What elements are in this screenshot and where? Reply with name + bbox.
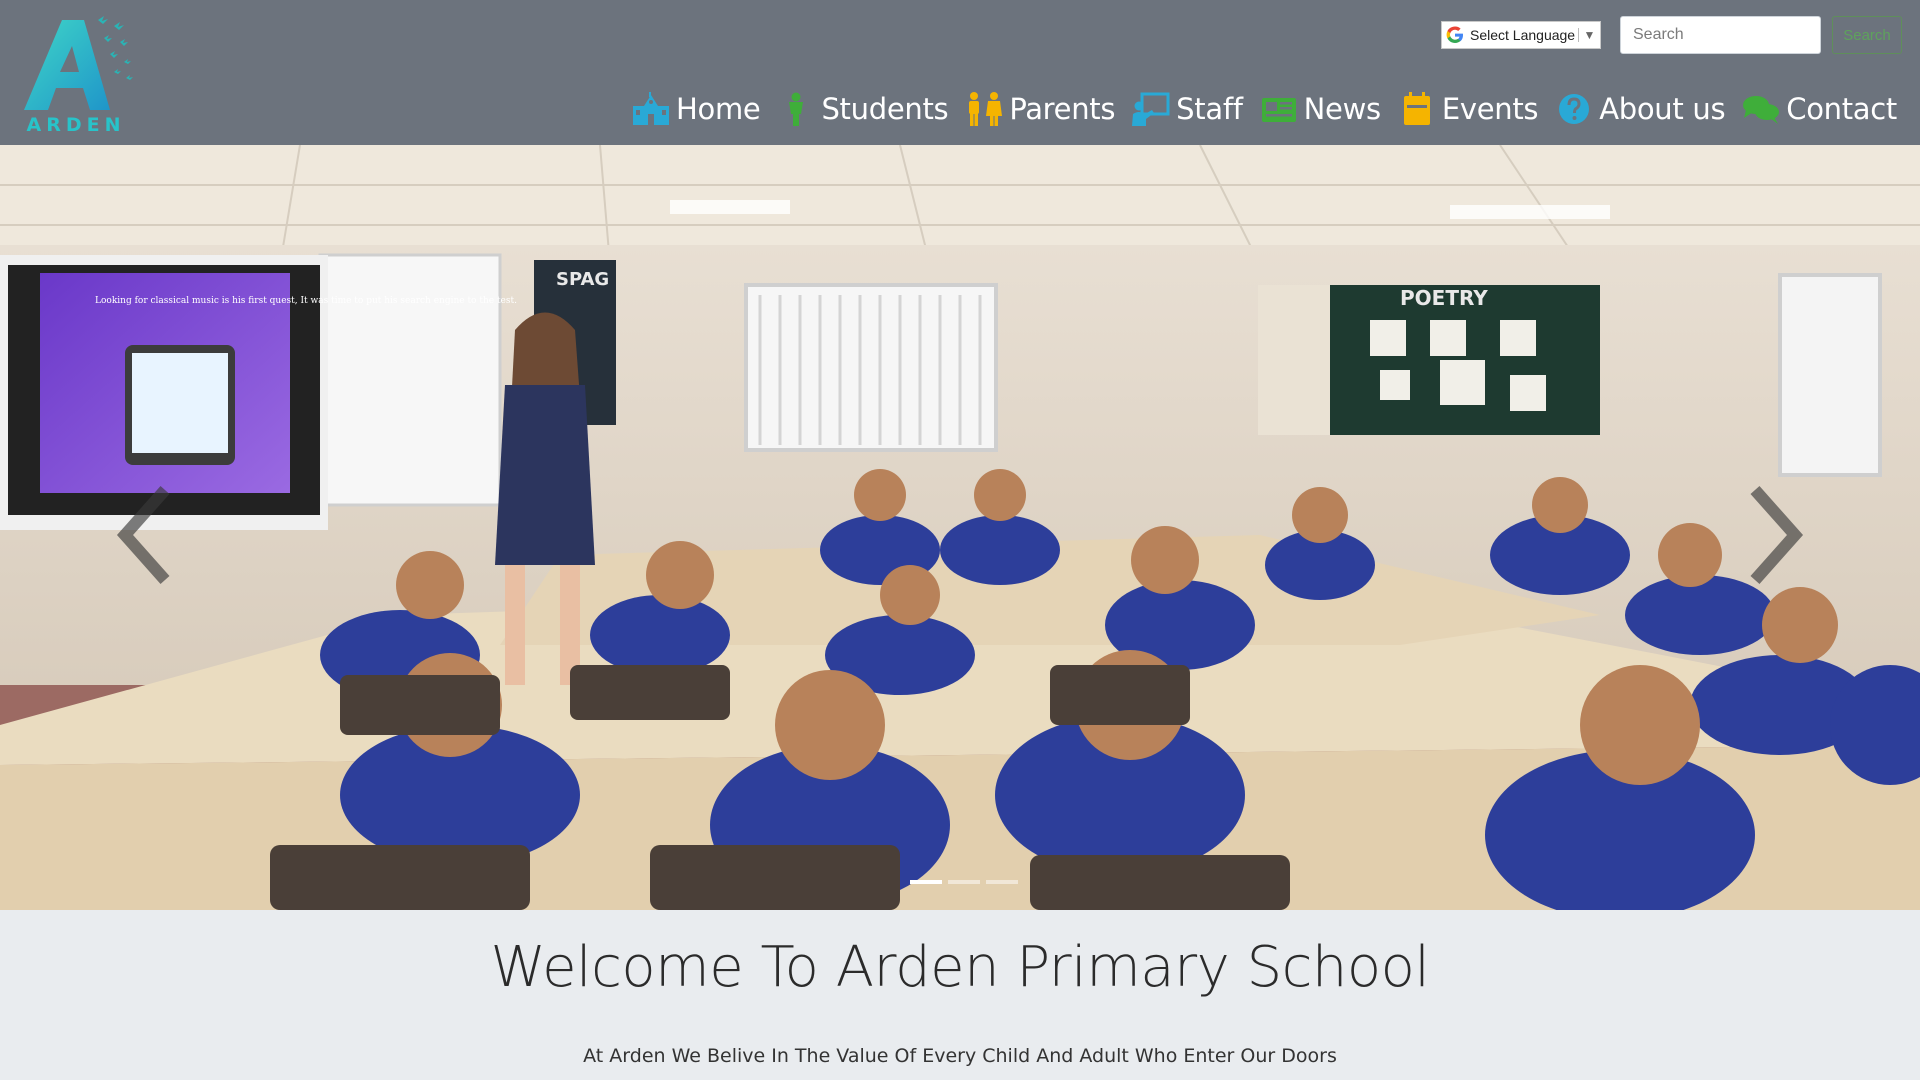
smartboard-text: Looking for classical music is his first… (95, 296, 517, 306)
carousel-indicators (907, 880, 1021, 884)
nav-label-home: Home (676, 92, 761, 126)
main-nav: Home Students Parents Staff News Events … (615, 92, 1897, 126)
spag-board-text: SPAG (556, 269, 609, 290)
welcome-title: Welcome To Arden Primary School (490, 935, 1430, 1000)
welcome-subtitle: At Arden We Belive In The Value Of Every… (583, 1045, 1337, 1067)
search-input[interactable] (1620, 16, 1821, 54)
nav-item-contact[interactable]: Contact (1742, 92, 1897, 126)
hero-carousel: POETRY SPAG Looking for classical music … (0, 145, 1920, 910)
nav-item-parents[interactable]: Parents (965, 92, 1115, 126)
calendar-icon (1403, 92, 1430, 125)
carousel-indicator-1[interactable] (910, 880, 942, 884)
nav-label-news: News (1303, 92, 1381, 126)
nav-item-about[interactable]: About us (1555, 92, 1726, 126)
nav-label-students: Students (821, 92, 949, 126)
nav-item-events[interactable]: Events (1398, 92, 1539, 126)
nav-label-about: About us (1599, 92, 1726, 126)
school-building-icon (633, 92, 669, 125)
language-select[interactable]: Select Language ▼ (1441, 21, 1601, 49)
logo-wordmark: ARDEN (26, 114, 126, 136)
language-select-label: Select Language (1470, 27, 1576, 43)
site-header: ARDEN Select Language ▼ Search Search Ho… (0, 0, 1920, 145)
nav-label-contact: Contact (1786, 92, 1897, 126)
question-circle-icon (1559, 94, 1590, 124)
school-logo[interactable]: ARDEN (14, 12, 138, 136)
student-icon (789, 92, 804, 126)
nav-item-home[interactable]: Home (632, 92, 761, 126)
nav-label-staff: Staff (1176, 92, 1243, 126)
nav-item-students[interactable]: Students (777, 92, 949, 126)
poetry-board-text: POETRY (1400, 286, 1488, 310)
parents-icon (969, 92, 1003, 126)
carousel-indicator-2[interactable] (948, 880, 980, 884)
carousel-indicator-3[interactable] (986, 880, 1018, 884)
chat-bubbles-icon (1743, 96, 1780, 124)
newspaper-icon (1261, 98, 1296, 122)
carousel-prev-button[interactable] (105, 480, 185, 590)
chevron-left-icon (116, 486, 170, 584)
nav-item-staff[interactable]: Staff (1132, 92, 1243, 126)
nav-item-news[interactable]: News (1260, 92, 1381, 126)
nav-label-events: Events (1441, 92, 1539, 126)
nav-label-parents: Parents (1009, 92, 1116, 126)
google-icon (1446, 26, 1463, 43)
chevron-down-icon: ▼ (1578, 28, 1600, 42)
search-button[interactable]: Search (1832, 16, 1902, 54)
carousel-next-button[interactable] (1735, 480, 1815, 590)
staff-teacher-icon (1132, 92, 1170, 126)
classroom-photo: POETRY SPAG Looking for classical music … (0, 145, 1920, 910)
chevron-right-icon (1750, 486, 1804, 584)
